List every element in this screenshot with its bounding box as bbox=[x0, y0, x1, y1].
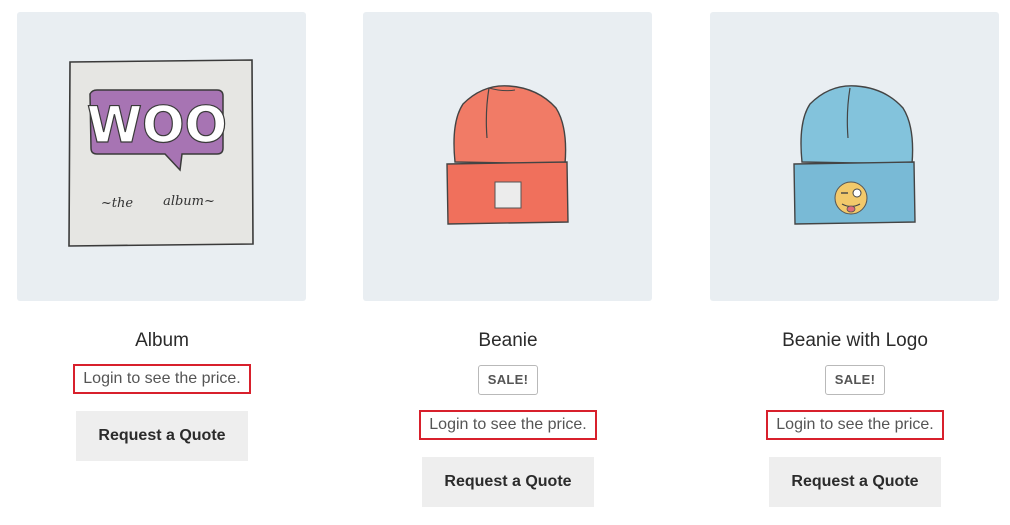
product-title[interactable]: Beanie bbox=[363, 331, 653, 351]
blue-beanie-logo-icon bbox=[793, 85, 916, 225]
svg-text:WOO: WOO bbox=[87, 96, 227, 154]
product-card-beanie: Beanie SALE! Login to see the price. Req… bbox=[363, 12, 653, 507]
sale-badge: SALE! bbox=[824, 365, 886, 395]
product-image-beanie[interactable] bbox=[363, 12, 652, 301]
product-card-album: WOO ~the album~ Album Login to see the p… bbox=[17, 12, 307, 461]
sale-badge: SALE! bbox=[477, 365, 539, 395]
product-title[interactable]: Album bbox=[17, 331, 307, 351]
request-quote-button[interactable]: Request a Quote bbox=[422, 457, 594, 507]
product-image-album[interactable]: WOO ~the album~ bbox=[17, 12, 306, 301]
request-quote-button[interactable]: Request a Quote bbox=[76, 411, 248, 461]
login-price-notice: Login to see the price. bbox=[419, 410, 597, 440]
login-price-notice: Login to see the price. bbox=[766, 410, 944, 440]
product-title[interactable]: Beanie with Logo bbox=[710, 331, 1000, 351]
product-image-beanie-with-logo[interactable] bbox=[710, 12, 999, 301]
request-quote-button[interactable]: Request a Quote bbox=[769, 457, 941, 507]
orange-beanie-icon bbox=[446, 85, 569, 225]
svg-text:~the: ~the bbox=[101, 196, 133, 211]
woo-album-cover-icon: WOO ~the album~ bbox=[68, 59, 254, 247]
login-price-notice: Login to see the price. bbox=[73, 364, 251, 394]
product-grid: WOO ~the album~ Album Login to see the p… bbox=[0, 0, 1010, 525]
svg-text:album~: album~ bbox=[163, 194, 215, 209]
product-card-beanie-with-logo: Beanie with Logo SALE! Login to see the … bbox=[710, 12, 1000, 507]
